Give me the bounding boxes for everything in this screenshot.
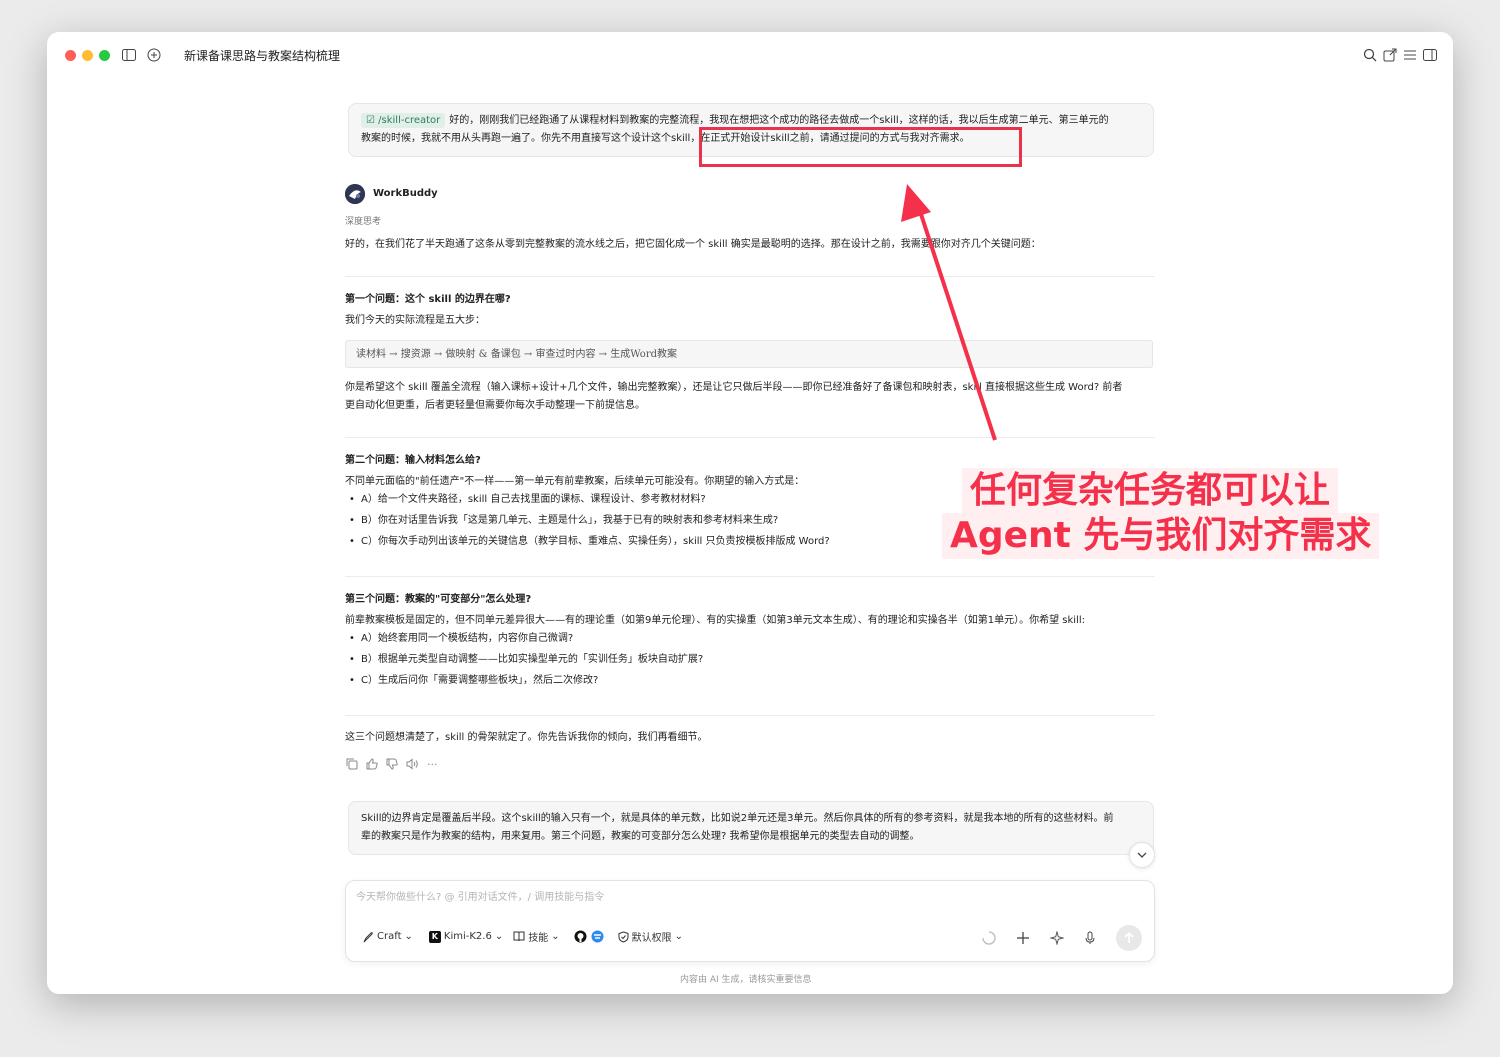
- divider: [345, 437, 1155, 438]
- list-item: A）给一个文件夹路径，skill 自己去找里面的课标、课程设计、参考教材材料?: [361, 494, 706, 505]
- question-3-title: 第三个问题：教案的"可变部分"怎么处理?: [345, 594, 532, 605]
- right-panel-toggle-icon[interactable]: [1421, 46, 1439, 64]
- chevron-down-icon: [1137, 852, 1147, 858]
- skills-label: 技能: [528, 933, 549, 944]
- app-integration-icon[interactable]: [591, 930, 604, 943]
- skills-dropdown[interactable]: 技能 ⌄: [513, 929, 560, 944]
- workflow-code-block: 读材料 → 搜资源 → 做映射 & 备课包 → 审查过时内容 → 生成Word教…: [345, 340, 1153, 368]
- sparkle-icon[interactable]: [1050, 931, 1064, 945]
- assistant-name: WorkBuddy: [373, 188, 438, 199]
- bullet-icon: •: [349, 494, 355, 505]
- user-message-line: 辈的教案只是作为教案的结构，用来复用。第三个问题，教案的可变部分怎么处理? 我希…: [361, 831, 920, 842]
- question-1-body: 更自动化但更重，后者更轻量但需要你每次手动整理一下前提信息。: [345, 400, 645, 411]
- kimi-icon: K: [428, 930, 441, 943]
- thumbs-down-icon[interactable]: [386, 758, 398, 773]
- chevron-down-icon: ⌄: [494, 931, 504, 942]
- book-icon: [513, 931, 525, 942]
- craft-icon: [363, 931, 373, 942]
- message-actions: ···: [346, 758, 438, 773]
- list-item: C）生成后问你「需要调整哪些板块」，然后二次修改?: [361, 675, 599, 686]
- chat-input-box[interactable]: 今天帮你做些什么? @ 引用对话文件，/ 调用技能与指令 Craft ⌄ K K…: [345, 880, 1155, 962]
- bullet-icon: •: [349, 515, 355, 526]
- minimize-window-button[interactable]: [82, 50, 93, 61]
- bullet-icon: •: [349, 654, 355, 665]
- title-bar: 新课备课思路与教案结构梳理: [47, 32, 1453, 78]
- divider: [345, 276, 1155, 277]
- annotation-line-2: Agent 先与我们对齐需求: [942, 513, 1380, 559]
- input-right-actions: [982, 925, 1142, 951]
- bullet-icon: •: [349, 536, 355, 547]
- thinking-label[interactable]: 深度思考: [345, 213, 381, 231]
- close-window-button[interactable]: [65, 50, 76, 61]
- arrow-up-icon: [1124, 932, 1134, 943]
- question-1-subtitle: 我们今天的实际流程是五大步：: [345, 315, 485, 326]
- divider: [345, 715, 1155, 716]
- app-window: 新课备课思路与教案结构梳理 ☑ /skill-creator 好的，刚刚我们已经跑…: [47, 32, 1453, 994]
- craft-mode-dropdown[interactable]: Craft ⌄: [362, 931, 413, 943]
- question-3-subtitle: 前辈教案模板是固定的，但不同单元差异很大——有的理论重（如第9单元伦理）、有的实…: [345, 615, 1085, 626]
- annotation-arrow-icon: [901, 184, 997, 441]
- microphone-icon[interactable]: [1084, 931, 1096, 945]
- permission-dropdown[interactable]: 默认权限 ⌄: [618, 929, 683, 944]
- add-icon[interactable]: [1016, 931, 1030, 945]
- thumbs-up-icon[interactable]: [366, 758, 378, 773]
- loading-spinner-icon: [982, 931, 996, 945]
- craft-label: Craft: [377, 931, 402, 942]
- chat-input-placeholder[interactable]: 今天帮你做些什么? @ 引用对话文件，/ 调用技能与指令: [356, 889, 604, 907]
- chip-label: /skill-creator: [378, 115, 441, 126]
- user-message: Skill的边界肯定是覆盖后半段。这个skill的输入只有一个，就是具体的单元数…: [348, 801, 1154, 855]
- menu-icon[interactable]: [1401, 46, 1419, 64]
- annotation-line-1: 任何复杂任务都可以让: [962, 468, 1339, 514]
- github-icon[interactable]: [574, 930, 587, 943]
- bullet-icon: •: [349, 675, 355, 686]
- speaker-icon[interactable]: [406, 758, 419, 773]
- input-toolbar: Craft ⌄ K Kimi-K2.6 ⌄ 技能 ⌄ 默认权限 ⌄: [362, 929, 683, 944]
- ai-disclaimer: 内容由 AI 生成，请核实重要信息: [680, 975, 812, 985]
- window-title: 新课备课思路与教案结构梳理: [184, 49, 341, 63]
- integration-icons: [574, 930, 604, 943]
- question-2-title: 第二个问题：输入材料怎么给?: [345, 455, 481, 466]
- highlight-box: [699, 127, 1022, 167]
- chevron-down-icon: ⌄: [674, 931, 683, 942]
- more-icon[interactable]: ···: [427, 758, 438, 773]
- send-button[interactable]: [1116, 925, 1142, 951]
- divider: [345, 576, 1155, 577]
- chevron-down-icon: ⌄: [551, 931, 560, 942]
- skill-creator-chip[interactable]: ☑ /skill-creator: [361, 113, 446, 128]
- workbuddy-avatar: [345, 184, 365, 204]
- scroll-down-button[interactable]: [1129, 842, 1155, 868]
- bullet-icon: •: [349, 633, 355, 644]
- search-icon[interactable]: [1361, 46, 1379, 64]
- model-label: Kimi-K2.6: [443, 931, 492, 942]
- zoom-window-button[interactable]: [99, 50, 110, 61]
- copy-icon[interactable]: [346, 758, 358, 773]
- model-dropdown[interactable]: K Kimi-K2.6 ⌄: [428, 930, 504, 943]
- shield-icon: [618, 930, 629, 943]
- list-item: A）始终套用同一个模板结构，内容你自己微调?: [361, 633, 574, 644]
- list-item: B）根据单元类型自动调整——比如实操型单元的「实训任务」板块自动扩展?: [361, 654, 704, 665]
- share-icon[interactable]: [1381, 46, 1399, 64]
- permission-label: 默认权限: [631, 933, 672, 944]
- question-1-title: 第一个问题：这个 skill 的边界在哪?: [345, 294, 511, 305]
- assistant-closing: 这三个问题想清楚了，skill 的骨架就定了。你先告诉我你的倾向，我们再看细节。: [345, 732, 708, 743]
- user-message-line: 好的，刚刚我们已经跑通了从课程材料到教案的完整流程，我现在想把这个成功的路径去做…: [449, 115, 1109, 126]
- list-item: C）你每次手动列出该单元的关键信息（教学目标、重难点、实操任务），skill 只…: [361, 536, 830, 547]
- sidebar-toggle-icon[interactable]: [120, 46, 138, 64]
- new-chat-icon[interactable]: [145, 46, 163, 64]
- list-item: B）你在对话里告诉我「这是第几单元、主题是什么」，我基于已有的映射表和参考材料来…: [361, 515, 779, 526]
- question-2-subtitle: 不同单元面临的"前任遗产"不一样——第一单元有前辈教案，后续单元可能没有。你期望…: [345, 476, 805, 487]
- chevron-down-icon: ⌄: [404, 931, 413, 942]
- user-message-line: Skill的边界肯定是覆盖后半段。这个skill的输入只有一个，就是具体的单元数…: [361, 813, 1114, 824]
